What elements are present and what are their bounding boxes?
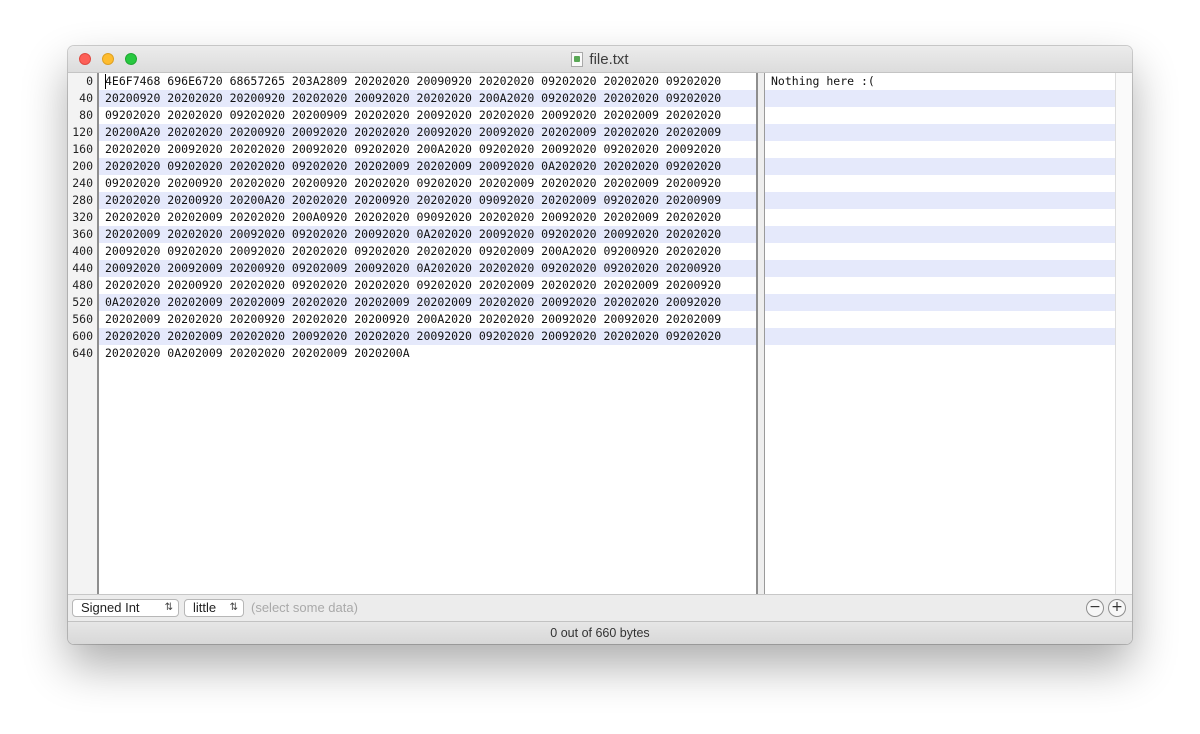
offset-label: 240 bbox=[72, 176, 93, 190]
number-type-select[interactable]: Signed Int ⇅ bbox=[72, 599, 179, 617]
data-inspector-bar: Signed Int ⇅ little ⇅ (select some data)… bbox=[68, 594, 1132, 621]
pane-divider[interactable] bbox=[756, 73, 765, 594]
hex-row[interactable]: 4E6F7468 696E6720 68657265 203A2809 2020… bbox=[99, 73, 756, 90]
offset-label: 40 bbox=[79, 91, 93, 105]
text-row[interactable] bbox=[765, 243, 1115, 260]
text-row[interactable] bbox=[765, 345, 1115, 362]
remove-inspector-button[interactable]: − bbox=[1086, 599, 1104, 617]
add-inspector-button[interactable]: + bbox=[1108, 599, 1126, 617]
minus-icon: − bbox=[1089, 599, 1101, 615]
offset-label: 280 bbox=[72, 193, 93, 207]
hex-pane[interactable]: 4E6F7468 696E6720 68657265 203A2809 2020… bbox=[99, 73, 756, 594]
offset-label: 600 bbox=[72, 329, 93, 343]
hex-row[interactable]: 20202020 09202020 20202020 09202020 2020… bbox=[99, 158, 756, 175]
text-row[interactable] bbox=[765, 141, 1115, 158]
text-row[interactable] bbox=[765, 226, 1115, 243]
title-bar[interactable]: file.txt bbox=[68, 46, 1132, 73]
text-document-icon bbox=[571, 51, 584, 67]
status-bar: 0 out of 660 bytes bbox=[68, 621, 1132, 644]
offset-label: 440 bbox=[72, 261, 93, 275]
selection-status: 0 out of 660 bytes bbox=[550, 626, 650, 640]
hex-row[interactable]: 20202020 0A202009 20202020 20202009 2020… bbox=[99, 345, 756, 362]
hex-row[interactable]: 20202020 20200920 20202020 09202020 2020… bbox=[99, 277, 756, 294]
chevron-up-down-icon: ⇅ bbox=[164, 602, 173, 613]
text-row[interactable] bbox=[765, 158, 1115, 175]
plus-icon: + bbox=[1111, 599, 1123, 615]
offset-gutter: 0 40 80 120 160 200 240 280 320 360 400 440 480 520 56… bbox=[68, 73, 99, 594]
hex-row[interactable]: 09202020 20200920 20202020 20200920 2020… bbox=[99, 175, 756, 192]
offset-label: 200 bbox=[72, 159, 93, 173]
offset-label: 480 bbox=[72, 278, 93, 292]
hex-row[interactable]: 20202020 20202009 20202020 20092020 2020… bbox=[99, 328, 756, 345]
hex-row[interactable]: 20202020 20092020 20202020 20092020 0920… bbox=[99, 141, 756, 158]
offset-label: 160 bbox=[72, 142, 93, 156]
hex-row[interactable]: 20202020 20202009 20202020 200A0920 2020… bbox=[99, 209, 756, 226]
text-caret bbox=[105, 74, 106, 89]
offset-label: 520 bbox=[72, 295, 93, 309]
text-row[interactable] bbox=[765, 124, 1115, 141]
text-row[interactable] bbox=[765, 175, 1115, 192]
offset-label: 80 bbox=[79, 108, 93, 122]
offset-label: 320 bbox=[72, 210, 93, 224]
text-row[interactable] bbox=[765, 107, 1115, 124]
hex-row[interactable]: 20202009 20202020 20200920 20202020 2020… bbox=[99, 311, 756, 328]
text-row[interactable] bbox=[765, 192, 1115, 209]
text-row[interactable] bbox=[765, 294, 1115, 311]
hex-row[interactable]: 09202020 20202020 09202020 20200909 2020… bbox=[99, 107, 756, 124]
chevron-up-down-icon: ⇅ bbox=[229, 602, 238, 613]
text-pane[interactable]: Nothing here :( bbox=[765, 73, 1115, 594]
number-type-value: Signed Int bbox=[81, 600, 140, 615]
window-title: file.txt bbox=[589, 50, 629, 68]
offset-label: 560 bbox=[72, 312, 93, 326]
vertical-scrollbar[interactable] bbox=[1115, 73, 1132, 594]
offset-label: 120 bbox=[72, 125, 93, 139]
window-title-group: file.txt bbox=[68, 46, 1132, 72]
inspector-value-placeholder: (select some data) bbox=[251, 600, 358, 615]
hex-row[interactable]: 20202020 20200920 20200A20 20202020 2020… bbox=[99, 192, 756, 209]
hex-editor-window: file.txt 0 40 80 120 160 200 240 280 320 360 400 44… bbox=[68, 46, 1132, 644]
text-row[interactable] bbox=[765, 328, 1115, 345]
text-row[interactable]: Nothing here :( bbox=[765, 73, 1115, 90]
offset-label: 0 bbox=[86, 74, 93, 88]
endianness-select[interactable]: little ⇅ bbox=[184, 599, 244, 617]
offset-label: 400 bbox=[72, 244, 93, 258]
hex-row[interactable]: 20092020 20092009 20200920 09202009 2009… bbox=[99, 260, 756, 277]
offset-label: 640 bbox=[72, 346, 93, 360]
text-row[interactable] bbox=[765, 90, 1115, 107]
hex-row[interactable]: 20202009 20202020 20092020 09202020 2009… bbox=[99, 226, 756, 243]
endianness-value: little bbox=[193, 600, 217, 615]
text-row[interactable] bbox=[765, 260, 1115, 277]
offset-label: 360 bbox=[72, 227, 93, 241]
hex-row[interactable]: 20200A20 20202020 20200920 20092020 2020… bbox=[99, 124, 756, 141]
text-row[interactable] bbox=[765, 209, 1115, 226]
hex-row[interactable]: 20092020 09202020 20092020 20202020 0920… bbox=[99, 243, 756, 260]
hex-row[interactable]: 0A202020 20202009 20202009 20202020 2020… bbox=[99, 294, 756, 311]
hex-row[interactable]: 20200920 20202020 20200920 20202020 2009… bbox=[99, 90, 756, 107]
text-row[interactable] bbox=[765, 311, 1115, 328]
text-row[interactable] bbox=[765, 277, 1115, 294]
